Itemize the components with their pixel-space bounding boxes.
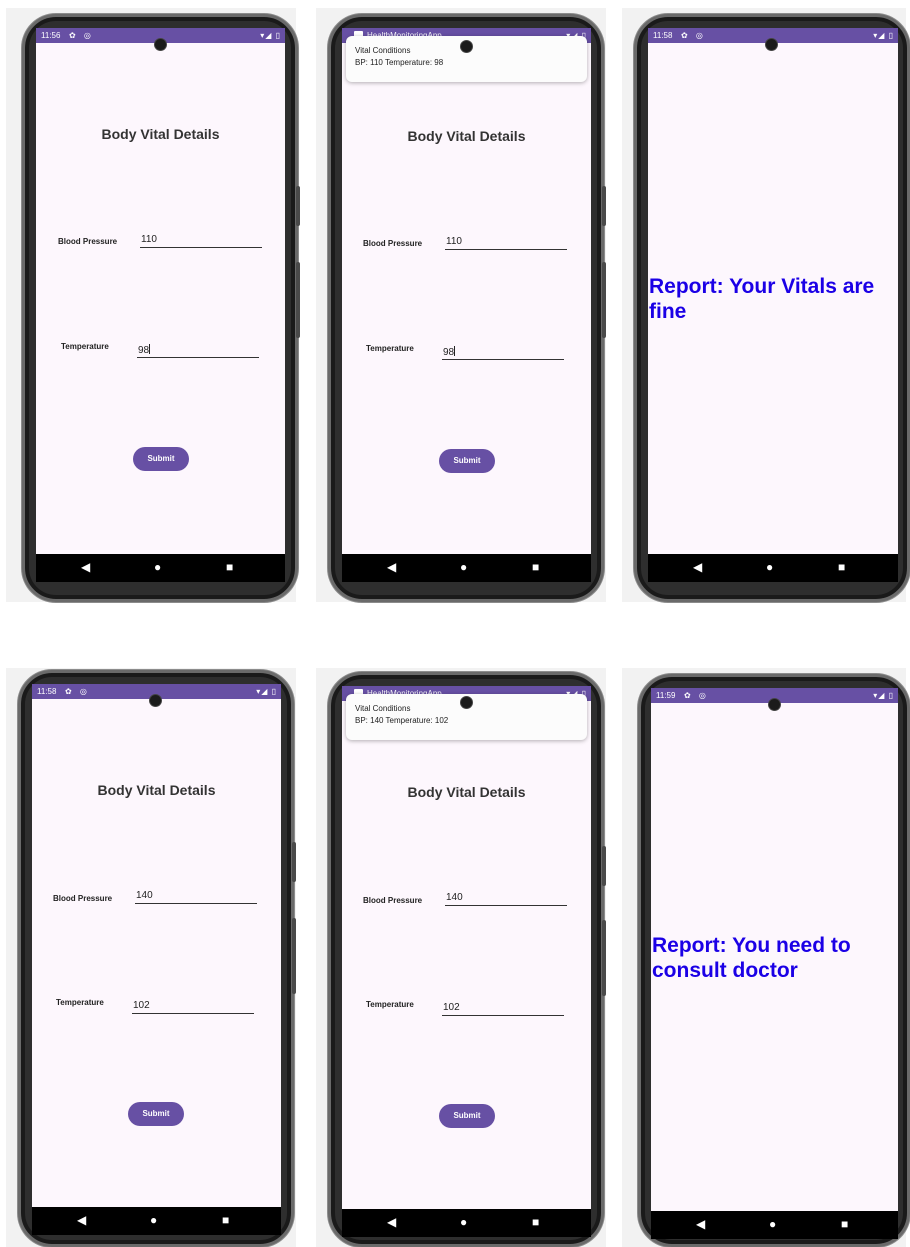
status-time: 11:58 <box>653 31 673 40</box>
camera-icon <box>768 698 781 711</box>
notification-title: Vital Conditions <box>355 46 411 55</box>
camera-icon <box>460 696 473 709</box>
temperature-input[interactable]: 102 <box>132 1000 254 1014</box>
screen-3: 11:58 ✿ ◎ ▾◢ ▯ Report: Your Vitals are f… <box>648 28 898 582</box>
home-icon[interactable]: ● <box>150 1213 157 1227</box>
submit-button[interactable]: Submit <box>439 449 495 473</box>
battery-icon: ▾◢ ▯ <box>873 31 894 40</box>
status-time: 11:58 <box>37 687 57 696</box>
blood-pressure-input[interactable]: 110 <box>445 236 567 250</box>
nav-bar: ◀ ● ■ <box>651 1211 898 1239</box>
camera-icon <box>154 38 167 51</box>
blood-pressure-label: Blood Pressure <box>58 237 118 246</box>
recents-icon[interactable]: ■ <box>838 560 845 574</box>
temperature-input[interactable]: 98 <box>442 346 564 360</box>
recents-icon[interactable]: ■ <box>226 560 233 574</box>
recents-icon[interactable]: ■ <box>532 560 539 574</box>
nav-bar: ◀ ● ■ <box>36 554 285 582</box>
page-title: Body Vital Details <box>97 782 216 798</box>
nav-bar: ◀ ● ■ <box>342 1209 591 1237</box>
camera-icon <box>765 38 778 51</box>
gear-icon: ✿ ◎ <box>681 31 706 40</box>
blood-pressure-label: Blood Pressure <box>363 896 423 905</box>
page-title: Body Vital Details <box>101 126 220 142</box>
camera-icon <box>149 694 162 707</box>
back-icon[interactable]: ◀ <box>696 1217 705 1231</box>
submit-button[interactable]: Submit <box>133 447 189 471</box>
notification-body: BP: 140 Temperature: 102 <box>355 716 449 725</box>
screen-5: HealthMonitoringApp ▾◢ ▯ Vital Condition… <box>342 686 591 1237</box>
gear-icon: ✿ ◎ <box>69 31 94 40</box>
temperature-value: 98 <box>138 345 150 356</box>
temperature-label: Temperature <box>61 342 109 351</box>
back-icon[interactable]: ◀ <box>387 1215 396 1229</box>
home-icon[interactable]: ● <box>766 560 773 574</box>
recents-icon[interactable]: ■ <box>532 1215 539 1229</box>
screen-4: 11:58 ✿ ◎ ▾◢ ▯ Body Vital Details Blood … <box>32 684 281 1235</box>
back-icon[interactable]: ◀ <box>81 560 90 574</box>
submit-button[interactable]: Submit <box>128 1102 184 1126</box>
home-icon[interactable]: ● <box>460 1215 467 1229</box>
home-icon[interactable]: ● <box>154 560 161 574</box>
temperature-label: Temperature <box>366 344 414 353</box>
page-title: Body Vital Details <box>407 784 526 800</box>
temperature-input[interactable]: 98 <box>137 344 259 358</box>
back-icon[interactable]: ◀ <box>693 560 702 574</box>
battery-icon: ▾◢ ▯ <box>256 687 277 696</box>
report-text: Report: Your Vitals are fine <box>649 275 875 323</box>
recents-icon[interactable]: ■ <box>222 1213 229 1227</box>
temperature-input[interactable]: 102 <box>442 1002 564 1016</box>
back-icon[interactable]: ◀ <box>77 1213 86 1227</box>
screen-2: HealthMonitoringApp ▾◢ ▯ Vital Condition… <box>342 28 591 582</box>
blood-pressure-label: Blood Pressure <box>53 894 113 903</box>
camera-icon <box>460 40 473 53</box>
notification-title: Vital Conditions <box>355 704 411 713</box>
home-icon[interactable]: ● <box>769 1217 776 1231</box>
status-time: 11:56 <box>41 31 61 40</box>
blood-pressure-input[interactable]: 140 <box>445 892 567 906</box>
temperature-value: 98 <box>443 347 455 358</box>
screen-1: 11:56 ✿ ◎ ▾◢ ▯ Body Vital Details Blood … <box>36 28 285 582</box>
nav-bar: ◀ ● ■ <box>648 554 898 582</box>
status-time: 11:59 <box>656 691 676 700</box>
nav-bar: ◀ ● ■ <box>32 1207 281 1235</box>
submit-button[interactable]: Submit <box>439 1104 495 1128</box>
battery-icon: ▾◢ ▯ <box>873 691 894 700</box>
blood-pressure-label: Blood Pressure <box>363 239 423 248</box>
temperature-label: Temperature <box>366 1000 414 1009</box>
notification-body: BP: 110 Temperature: 98 <box>355 58 444 67</box>
recents-icon[interactable]: ■ <box>841 1217 848 1231</box>
back-icon[interactable]: ◀ <box>387 560 396 574</box>
temperature-label: Temperature <box>56 998 104 1007</box>
blood-pressure-input[interactable]: 110 <box>140 234 262 248</box>
blood-pressure-input[interactable]: 140 <box>135 890 257 904</box>
home-icon[interactable]: ● <box>460 560 467 574</box>
gear-icon: ✿ ◎ <box>684 691 709 700</box>
page-title: Body Vital Details <box>407 128 526 144</box>
battery-icon: ▾◢ ▯ <box>260 31 281 40</box>
report-text: Report: You need to consult doctor <box>652 934 851 982</box>
nav-bar: ◀ ● ■ <box>342 554 591 582</box>
screen-6: 11:59 ✿ ◎ ▾◢ ▯ Report: You need to consu… <box>651 688 898 1239</box>
gear-icon: ✿ ◎ <box>65 687 90 696</box>
